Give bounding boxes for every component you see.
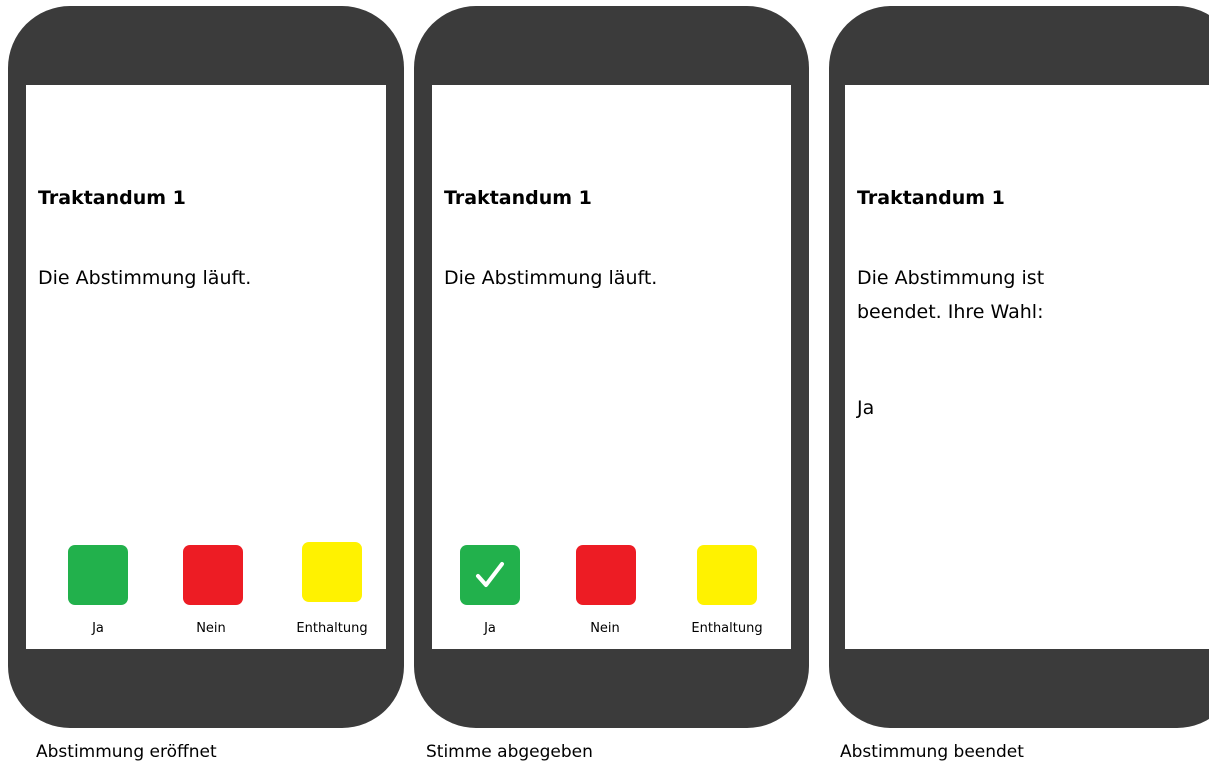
vote-status-text: Die Abstimmung läuft. — [38, 267, 252, 289]
vote-result-line-2: beendet. Ihre Wahl: — [857, 301, 1044, 323]
vote-abstain-button[interactable]: Enthaltung — [677, 545, 777, 645]
vote-yes-label: Ja — [92, 621, 104, 636]
phone-screen: Traktandum 1 Die Abstimmung ist beendet.… — [845, 85, 1209, 649]
vote-abstain-label: Enthaltung — [691, 621, 763, 636]
phone-screen: Traktandum 1 Die Abstimmung läuft. Ja Ne… — [26, 85, 386, 649]
caption-vote-cast: Stimme abgegeben — [426, 742, 593, 762]
phone-frame-voting-ended: Traktandum 1 Die Abstimmung ist beendet.… — [829, 6, 1209, 728]
vote-no-swatch[interactable] — [183, 545, 243, 605]
vote-abstain-button[interactable]: Enthaltung — [282, 542, 382, 645]
vote-no-button[interactable]: Nein — [161, 545, 261, 645]
caption-voting-opened: Abstimmung eröffnet — [36, 742, 217, 762]
phone-frame-vote-cast: Traktandum 1 Die Abstimmung läuft. Ja Ne… — [414, 6, 809, 728]
checkmark-icon — [476, 562, 504, 587]
phone-frame-voting-opened: Traktandum 1 Die Abstimmung läuft. Ja Ne… — [8, 6, 404, 728]
selected-choice: Ja — [857, 397, 875, 419]
vote-no-button[interactable]: Nein — [555, 545, 655, 645]
phone-screen: Traktandum 1 Die Abstimmung läuft. Ja Ne… — [432, 85, 791, 649]
vote-no-swatch[interactable] — [576, 545, 636, 605]
vote-abstain-swatch[interactable] — [302, 542, 362, 602]
agenda-item-title: Traktandum 1 — [444, 187, 592, 209]
vote-result-line-1: Die Abstimmung ist — [857, 267, 1045, 289]
vote-no-label: Nein — [196, 621, 226, 636]
vote-yes-label: Ja — [484, 621, 496, 636]
vote-yes-swatch[interactable] — [68, 545, 128, 605]
vote-yes-swatch[interactable] — [460, 545, 520, 605]
agenda-item-title: Traktandum 1 — [38, 187, 186, 209]
caption-voting-ended: Abstimmung beendet — [840, 742, 1024, 762]
vote-yes-button[interactable]: Ja — [440, 545, 540, 645]
vote-result-text: Die Abstimmung ist beendet. Ihre Wahl: — [857, 261, 1044, 329]
vote-no-label: Nein — [590, 621, 620, 636]
vote-yes-button[interactable]: Ja — [48, 545, 148, 645]
vote-abstain-swatch[interactable] — [697, 545, 757, 605]
agenda-item-title: Traktandum 1 — [857, 187, 1005, 209]
vote-abstain-label: Enthaltung — [296, 621, 368, 636]
vote-status-text: Die Abstimmung läuft. — [444, 267, 658, 289]
